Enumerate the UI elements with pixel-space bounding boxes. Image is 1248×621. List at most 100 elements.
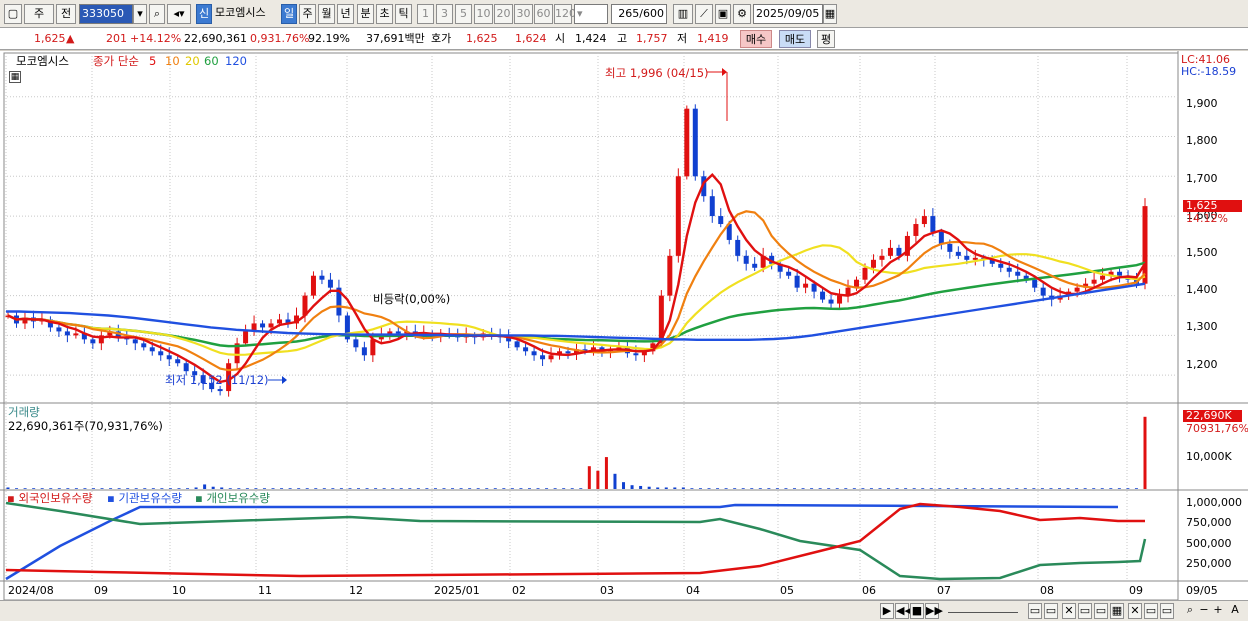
layout-icon[interactable]: ▭ [1094,603,1108,619]
volume-bar [887,488,891,489]
volume-bar [126,488,130,489]
volume-bar [493,488,497,489]
volume-bar [1040,488,1044,489]
tab-minute[interactable]: 분 [357,4,374,24]
volume-bar [681,487,685,489]
legend-ma10: 10 [165,54,180,68]
candle [395,331,401,334]
print-icon[interactable]: ▭ [1160,603,1174,619]
volume-bar [228,488,232,489]
interval-1[interactable]: 1 [417,4,434,24]
legend-individual-label: 개인보유수량 [206,491,270,505]
interval-custom[interactable]: ▾ [574,4,608,24]
legend-stock: 모코엠시스 [16,54,69,68]
interval-5[interactable]: 5 [455,4,472,24]
volume-bar [613,473,617,489]
zoom-in-icon[interactable]: + [1212,603,1224,619]
trend-icon[interactable]: ⟋ [695,4,713,24]
tab-second[interactable]: 초 [376,4,393,24]
volume-bar [365,488,369,489]
gear-icon[interactable]: ⚙ [733,4,751,24]
candle [752,263,758,268]
chart-area[interactable]: 모코엠시스 종가 단순 5 10 20 60 120 ▦ 최고 1,996 (0… [0,51,1248,621]
buy-button[interactable]: 매수 [740,30,772,48]
candle [268,323,274,328]
magnify-icon[interactable]: ⌕ [1184,603,1196,619]
month-tick: 12 [349,584,363,597]
interval-60[interactable]: 60 [534,4,553,24]
window-icon[interactable]: ▭ [1044,603,1058,619]
candle [1117,271,1123,276]
stop-icon[interactable]: ■ [910,603,924,619]
price-chart[interactable] [0,51,1248,600]
legend-ma60: 60 [204,54,219,68]
interval-30[interactable]: 30 [514,4,533,24]
calendar-icon[interactable]: ▦ [823,4,837,24]
tab-day[interactable]: 일 [281,4,297,24]
export-icon[interactable]: ✕ [1128,603,1142,619]
chart-icon[interactable]: ▭ [1028,603,1042,619]
month-tick: 08 [1040,584,1054,597]
tab-tick[interactable]: 틱 [395,4,412,24]
text-size-icon[interactable]: A [1228,603,1242,619]
candle [548,355,554,360]
volume-bar [604,457,608,489]
rewind-icon[interactable]: ◀◀ [895,603,913,619]
date-input[interactable]: 2025/09/05 [753,4,823,24]
tab-month[interactable]: 월 [318,4,335,24]
candle-icon[interactable]: ▥ [673,4,693,24]
volume-bar [775,488,779,489]
save-icon[interactable]: ▣ [715,4,731,24]
volume-bar [117,488,121,489]
interval-3[interactable]: 3 [436,4,453,24]
volume-bar [1109,488,1113,489]
volume-bar [348,488,352,489]
crosshair-icon[interactable]: ✕ [1062,603,1076,619]
volume-bar [698,488,702,489]
volume-bar [1032,488,1036,489]
volume-box-pct: 70931,76% [1186,422,1248,435]
month-tick: 2025/01 [434,584,480,597]
code-input[interactable]: 333050 [79,4,133,24]
volume-bar [716,488,720,489]
chevron-down-icon[interactable]: ▾ [133,4,147,24]
scroll-slider[interactable] [948,603,1018,613]
search-icon[interactable]: ⌕ [149,4,165,24]
volume-bar [664,487,668,489]
copy-icon[interactable]: ▭ [1144,603,1158,619]
volume-bar [673,487,677,489]
candle [370,339,376,356]
volume-bar [211,486,215,489]
speaker-icon[interactable]: ◂▾ [167,4,191,24]
forward-icon[interactable]: ▶▶ [925,603,943,619]
price-tick: 1,900 [1186,97,1218,110]
volume-tick: 10,000K [1186,450,1232,463]
institution-line [5,503,1119,581]
tab-week[interactable]: 주 [299,4,316,24]
amount: 37,691백만 [366,32,425,45]
count-input[interactable]: 265/600 [611,4,667,24]
volume-bar [203,484,207,489]
vol-ratio: 0,931.76% [250,32,310,45]
table-icon[interactable]: ▦ [9,71,21,83]
grid-icon[interactable]: ▦ [1110,603,1124,619]
compare-icon[interactable]: ▭ [1078,603,1092,619]
candle [361,347,367,356]
prev-button[interactable]: 전 [56,4,76,24]
sell-button[interactable]: 매도 [779,30,811,48]
candle [56,327,62,332]
window-icon[interactable]: ▢ [4,4,22,24]
interval-10[interactable]: 10 [474,4,493,24]
count-value: 265 [618,7,640,20]
eval-button[interactable]: 평 [817,30,835,48]
interval-20[interactable]: 20 [494,4,513,24]
play-icon[interactable]: ▶ [880,603,894,619]
market-select[interactable]: 주 [24,4,54,24]
month-tick: 06 [862,584,876,597]
interval-120[interactable]: 120 [554,4,576,24]
zoom-out-icon[interactable]: − [1198,603,1210,619]
annotation-ex-rights: 비등락(0,00%) [373,292,451,306]
open: 1,424 [575,32,607,45]
volume-bar [1143,416,1147,489]
tab-year[interactable]: 년 [337,4,354,24]
